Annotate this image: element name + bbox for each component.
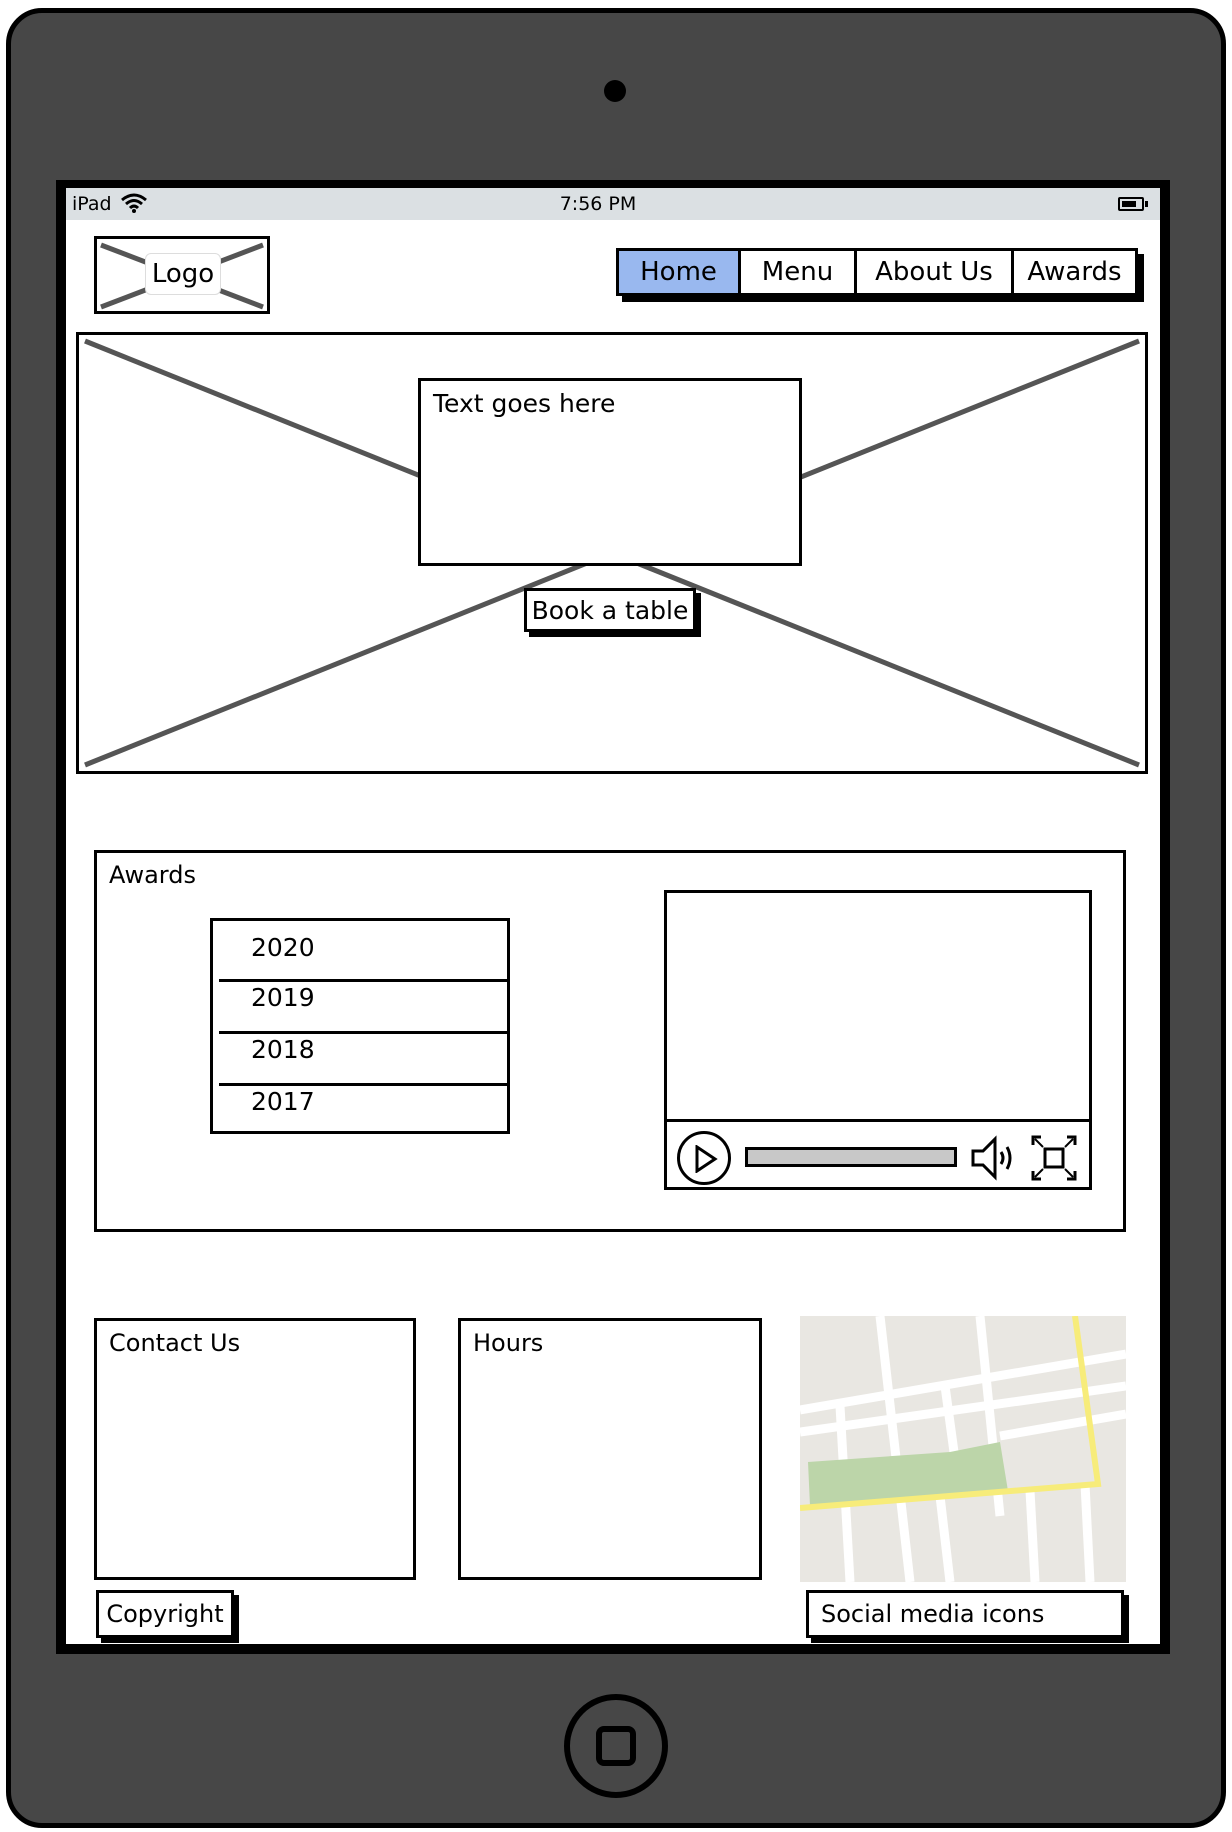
- fullscreen-icon[interactable]: [1029, 1133, 1079, 1187]
- video-player[interactable]: [664, 890, 1092, 1190]
- video-progress-bar[interactable]: [745, 1147, 957, 1167]
- awards-title: Awards: [109, 861, 196, 889]
- home-button[interactable]: [564, 1694, 668, 1798]
- contact-us-box: Contact Us: [94, 1318, 416, 1580]
- hours-title: Hours: [473, 1329, 544, 1357]
- book-table-button[interactable]: Book a table: [524, 588, 696, 632]
- social-media-icons[interactable]: Social media icons: [806, 1590, 1124, 1638]
- map-image[interactable]: [800, 1316, 1126, 1582]
- contact-us-title: Contact Us: [109, 1329, 241, 1357]
- year-2018[interactable]: 2018: [213, 1023, 507, 1075]
- nav-about-us[interactable]: About Us: [854, 251, 1011, 293]
- awards-year-list: 2020 2019 2018 2017: [210, 918, 510, 1134]
- logo-placeholder[interactable]: Logo: [94, 236, 270, 314]
- nav-menu[interactable]: Menu: [738, 251, 854, 293]
- main-nav: Home Menu About Us Awards: [616, 248, 1138, 296]
- hero-text: Text goes here: [433, 389, 616, 418]
- year-2017[interactable]: 2017: [213, 1075, 507, 1127]
- nav-awards[interactable]: Awards: [1011, 251, 1135, 293]
- wifi-icon: [120, 192, 148, 219]
- camera-icon: [604, 80, 626, 102]
- hours-box: Hours: [458, 1318, 762, 1580]
- year-2019[interactable]: 2019: [213, 971, 507, 1023]
- volume-icon[interactable]: [969, 1133, 1019, 1187]
- year-2020[interactable]: 2020: [213, 921, 507, 973]
- battery-icon: [1118, 197, 1144, 211]
- copyright-label: Copyright: [96, 1590, 234, 1638]
- nav-home[interactable]: Home: [619, 251, 738, 293]
- device-name: iPad: [72, 193, 112, 215]
- play-icon[interactable]: [677, 1131, 731, 1185]
- status-bar: iPad 7:56 PM: [66, 188, 1160, 220]
- hero-text-box: Text goes here: [418, 378, 802, 566]
- status-time: 7:56 PM: [559, 193, 637, 215]
- home-button-icon: [596, 1726, 636, 1766]
- logo-label: Logo: [145, 253, 221, 295]
